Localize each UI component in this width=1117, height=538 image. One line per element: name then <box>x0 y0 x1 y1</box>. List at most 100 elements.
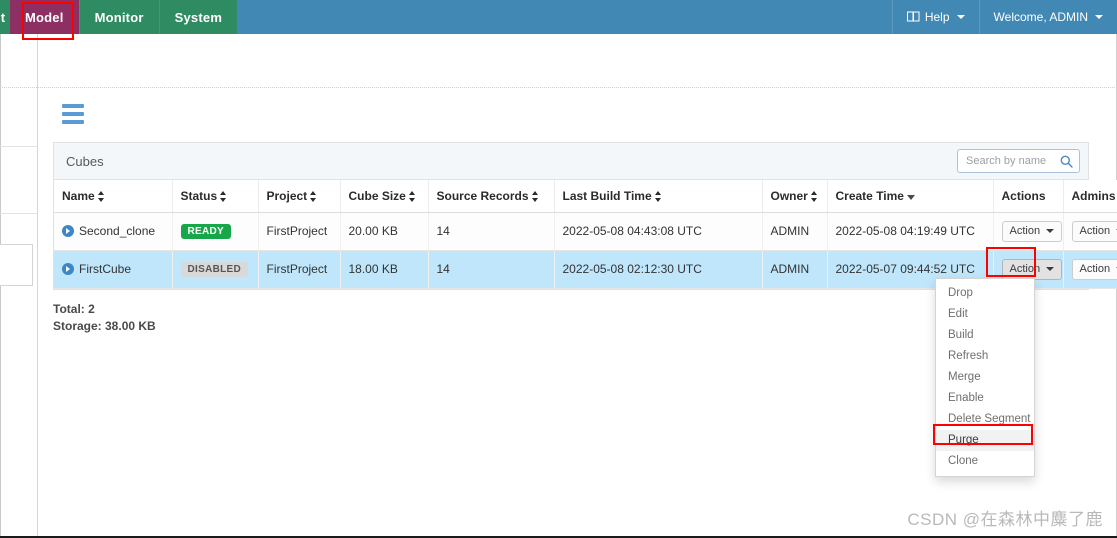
col-header-create-time-label: Create Time <box>835 188 904 203</box>
book-icon <box>906 11 920 23</box>
cell-source-records: 14 <box>428 250 555 289</box>
status-badge: READY <box>180 224 232 239</box>
cell-admins: Action <box>1063 212 1117 251</box>
cell-admins: Action <box>1063 250 1117 289</box>
menu-item-merge[interactable]: Merge <box>936 367 1034 388</box>
action-button-open[interactable]: Action <box>1001 258 1062 280</box>
action-button-label: Action <box>1009 262 1041 275</box>
table-row[interactable]: Second_clone READY FirstProject 20.00 KB… <box>54 212 1117 251</box>
cell-name[interactable]: Second_clone <box>54 212 173 251</box>
sort-icon <box>408 191 416 203</box>
page-left-border <box>0 34 1 538</box>
help-menu[interactable]: Help <box>891 0 979 34</box>
col-header-project-label: Project <box>266 188 308 203</box>
cell-owner: ADMIN <box>762 212 828 251</box>
sort-icon <box>810 191 818 203</box>
cell-cube-size: 18.00 KB <box>340 250 429 289</box>
user-label: Welcome, ADMIN <box>993 10 1088 24</box>
user-menu[interactable]: Welcome, ADMIN <box>978 0 1117 34</box>
cell-project: FirstProject <box>258 212 341 251</box>
col-header-owner[interactable]: Owner <box>762 180 828 213</box>
total-count: Total: 2 <box>53 302 95 316</box>
menu-item-drop[interactable]: Drop <box>936 283 1034 304</box>
nav-tab-partial[interactable]: t <box>0 0 10 34</box>
col-header-source-records-label: Source Records <box>436 188 529 203</box>
col-header-last-build-time[interactable]: Last Build Time <box>554 180 763 213</box>
admin-action-button-label: Action <box>1079 262 1111 275</box>
hamburger-bar-3 <box>62 120 84 124</box>
chevron-down-icon <box>1046 229 1055 233</box>
cubes-table: Name Status Project Cube Size Source Rec… <box>54 180 1117 289</box>
sort-icon <box>654 191 662 203</box>
menu-item-delete-segment[interactable]: Delete Segment <box>936 409 1034 430</box>
menu-item-clone[interactable]: Clone <box>936 451 1034 472</box>
admin-action-button[interactable]: Action <box>1071 258 1117 280</box>
col-header-admins-label: Admins <box>1071 188 1116 203</box>
search-input[interactable] <box>964 154 1060 168</box>
cubes-panel: Cubes Name <box>53 142 1117 290</box>
cell-name-label: Second_clone <box>79 224 156 238</box>
col-header-status[interactable]: Status <box>172 180 259 213</box>
navbar-right-group: Help Welcome, ADMIN <box>891 0 1117 34</box>
cell-owner: ADMIN <box>762 250 828 289</box>
menu-item-enable[interactable]: Enable <box>936 388 1034 409</box>
chevron-down-icon <box>1046 267 1055 271</box>
nav-tab-model-label: Model <box>25 9 64 25</box>
nav-tab-system[interactable]: System <box>158 0 237 34</box>
cell-source-records: 14 <box>428 212 555 251</box>
col-header-source-records[interactable]: Source Records <box>428 180 555 213</box>
col-header-admins: Admins <box>1063 180 1117 213</box>
table-header-row: Name Status Project Cube Size Source Rec… <box>54 180 1117 213</box>
admin-action-button[interactable]: Action <box>1071 220 1117 242</box>
col-header-cube-size[interactable]: Cube Size <box>340 180 429 213</box>
nav-tab-monitor[interactable]: Monitor <box>78 0 159 34</box>
col-header-name[interactable]: Name <box>54 180 173 213</box>
cell-last-build-time: 2022-05-08 04:43:08 UTC <box>554 212 763 251</box>
app-root: t Model Monitor System Help Welcome, ADM… <box>0 0 1117 538</box>
hamburger-bar-2 <box>62 112 84 116</box>
col-header-owner-label: Owner <box>770 188 808 203</box>
hamburger-menu-icon[interactable] <box>62 104 84 124</box>
sort-icon <box>97 191 105 203</box>
admin-action-button-label: Action <box>1079 224 1111 237</box>
help-label: Help <box>924 10 950 24</box>
col-header-actions: Actions <box>993 180 1064 213</box>
panel-title: Cubes <box>66 153 104 169</box>
page-content-left-border <box>37 34 38 538</box>
cell-create-time: 2022-05-08 04:19:49 UTC <box>827 212 994 251</box>
nav-tab-system-label: System <box>174 9 223 25</box>
col-header-project[interactable]: Project <box>258 180 341 213</box>
menu-item-build[interactable]: Build <box>936 325 1034 346</box>
cell-cube-size: 20.00 KB <box>340 212 429 251</box>
col-header-last-build-time-label: Last Build Time <box>562 188 652 203</box>
navbar-tab-group: t Model Monitor System <box>0 0 238 34</box>
action-button[interactable]: Action <box>1001 220 1062 242</box>
menu-item-edit[interactable]: Edit <box>936 304 1034 325</box>
cell-project: FirstProject <box>258 250 341 289</box>
cubes-panel-header: Cubes <box>54 143 1088 180</box>
col-header-name-label: Name <box>62 188 95 203</box>
cell-actions: Action <box>993 212 1064 251</box>
cell-name[interactable]: FirstCube <box>54 250 173 289</box>
col-header-actions-label: Actions <box>1001 188 1046 203</box>
cell-last-build-time: 2022-05-08 02:12:30 UTC <box>554 250 763 289</box>
totals-block: Total: 2 Storage: 38.00 KB <box>53 301 156 335</box>
col-header-create-time[interactable]: Create Time <box>827 180 994 213</box>
cell-status: READY <box>172 212 259 251</box>
col-header-cube-size-label: Cube Size <box>348 188 406 203</box>
dotted-divider <box>0 87 1117 88</box>
nav-tab-model[interactable]: Model <box>10 0 79 34</box>
menu-item-refresh[interactable]: Refresh <box>936 346 1034 367</box>
expand-arrow-icon[interactable] <box>62 225 74 237</box>
status-badge: DISABLED <box>180 262 249 277</box>
menu-item-purge[interactable]: Purge <box>936 430 1034 451</box>
chevron-down-icon <box>1095 15 1103 19</box>
expand-arrow-icon[interactable] <box>62 263 74 275</box>
cell-status: DISABLED <box>172 250 259 289</box>
nav-tab-partial-label: t <box>0 9 6 25</box>
search-box[interactable] <box>957 149 1080 173</box>
sort-icon <box>531 191 539 203</box>
background-rule-top <box>0 146 38 147</box>
action-dropdown-menu: Drop Edit Build Refresh Merge Enable Del… <box>935 278 1035 477</box>
search-icon[interactable] <box>1060 155 1073 168</box>
